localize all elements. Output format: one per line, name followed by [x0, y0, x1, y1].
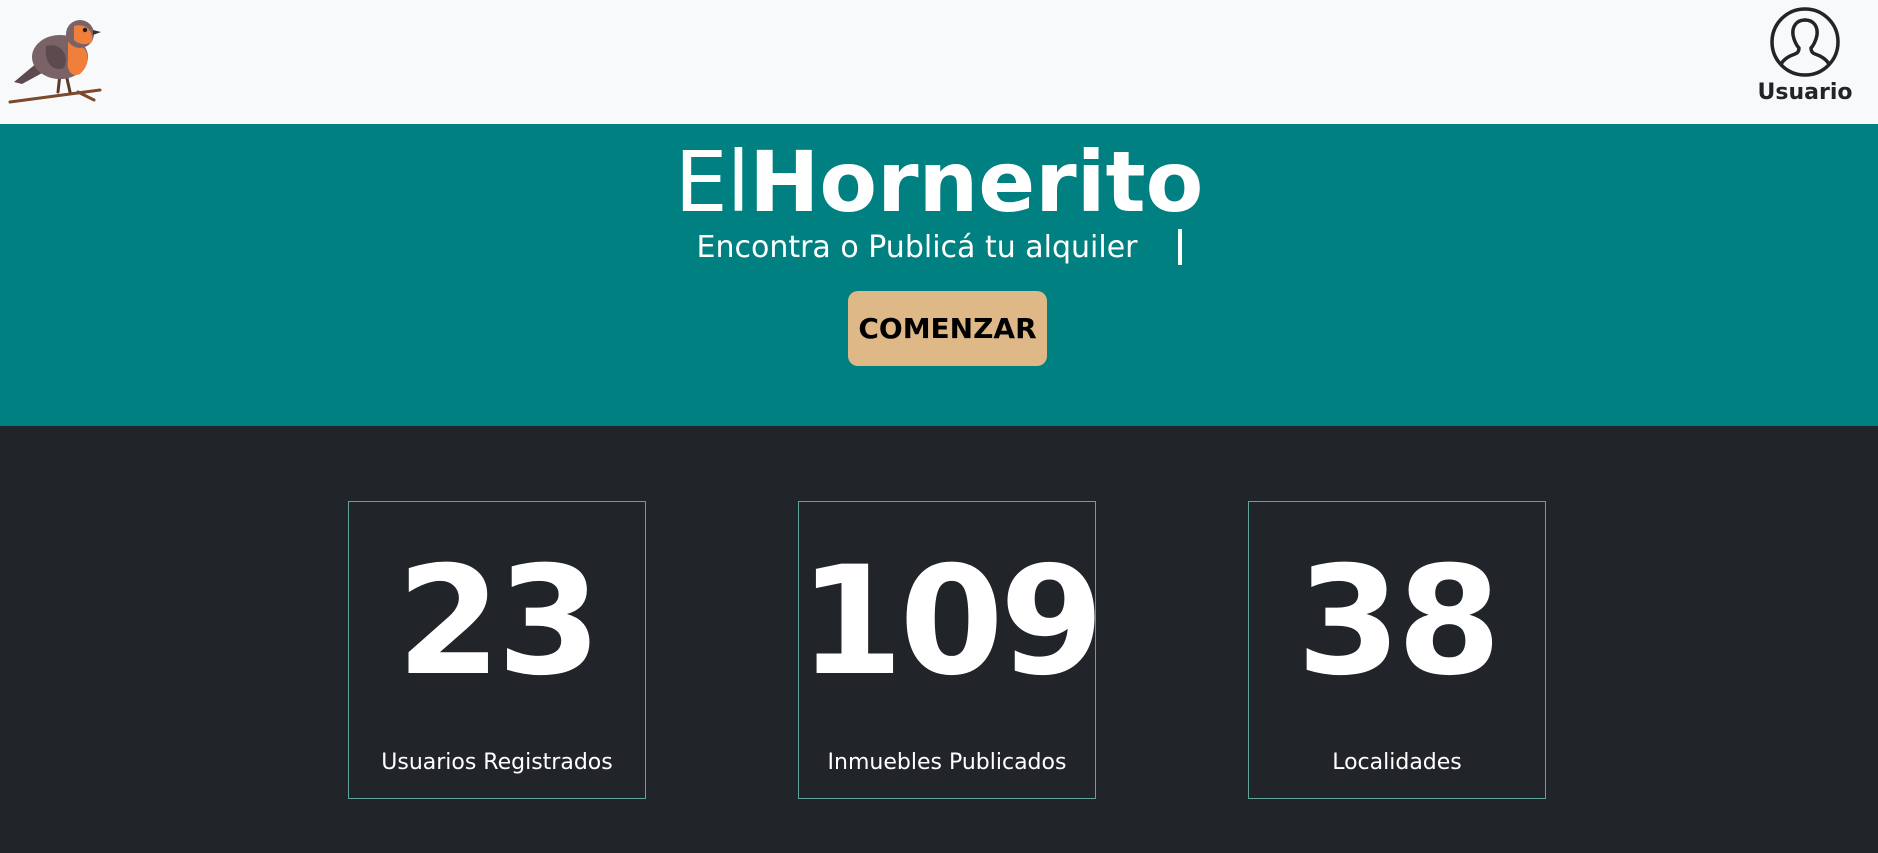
hero-section: ElHornerito Encontra o Publicá tu alquil… — [0, 124, 1878, 426]
stat-label: Usuarios Registrados — [381, 750, 613, 775]
brand-title: ElHornerito — [0, 132, 1878, 232]
stat-label: Inmuebles Publicados — [827, 750, 1067, 775]
hero-subtitle: Encontra o Publicá tu alquiler — [0, 228, 1878, 268]
stats-section: 23 Usuarios Registrados 109 Inmuebles Pu… — [0, 426, 1878, 853]
stat-label: Localidades — [1332, 750, 1462, 775]
stat-card-localities: 38 Localidades — [1248, 501, 1546, 799]
start-button[interactable]: COMENZAR — [848, 291, 1047, 366]
stat-value: 109 — [799, 535, 1104, 709]
robin-bird-logo-icon[interactable] — [8, 12, 104, 108]
stat-card-users: 23 Usuarios Registrados — [348, 501, 646, 799]
stat-value: 23 — [396, 535, 602, 709]
typing-cursor — [1177, 229, 1182, 265]
user-avatar-icon[interactable] — [1769, 6, 1841, 78]
user-menu[interactable]: Usuario — [1750, 6, 1860, 118]
top-navbar: Usuario — [0, 0, 1878, 124]
brand-title-light: El — [674, 133, 750, 231]
brand-title-bold: Hornerito — [749, 133, 1204, 231]
stat-card-properties: 109 Inmuebles Publicados — [798, 501, 1104, 799]
stat-value: 38 — [1296, 535, 1502, 709]
user-label[interactable]: Usuario — [1750, 80, 1860, 105]
typed-subtitle-text: Encontra o Publicá tu alquiler — [696, 230, 1138, 265]
